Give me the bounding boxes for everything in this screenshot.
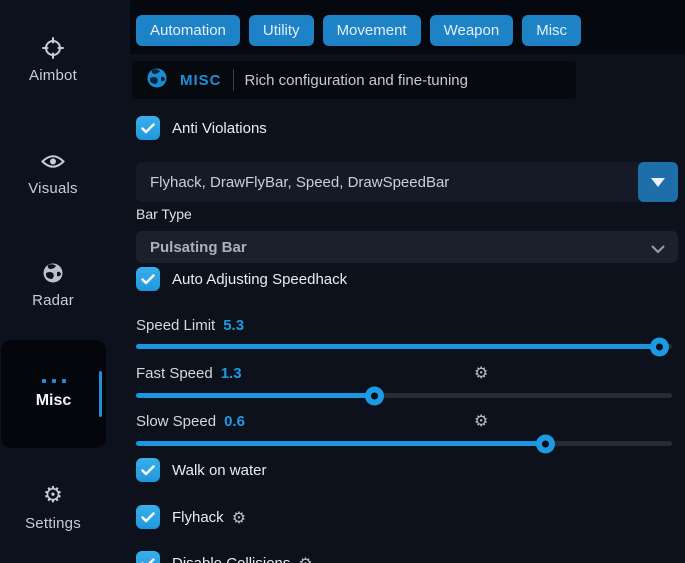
checkbox-auto-adjusting-speedhack[interactable]: Auto Adjusting Speedhack <box>136 267 347 291</box>
divider <box>233 69 234 91</box>
sidebar-item-misc-active[interactable]: Misc <box>1 340 106 448</box>
gear-icon[interactable]: ⚙ <box>474 411 488 430</box>
checkbox-label: Disable Collisions <box>172 555 290 563</box>
slider-name: Speed Limit <box>136 317 215 334</box>
slider-thumb[interactable] <box>536 434 555 453</box>
sidebar-item-label: Misc <box>36 392 72 410</box>
slider-value: 5.3 <box>223 317 244 334</box>
tab-weapon[interactable]: Weapon <box>430 15 514 46</box>
checkbox-checked-icon[interactable] <box>136 267 160 291</box>
checkbox-flyhack[interactable]: Flyhack ⚙ <box>136 505 246 529</box>
globe-icon <box>41 261 65 285</box>
bar-type-label: Bar Type <box>136 206 192 222</box>
slider-value: 1.3 <box>221 365 242 382</box>
slider-label-slow-speed: Slow Speed 0.6 ⚙ <box>136 411 678 431</box>
gear-icon[interactable]: ⚙ <box>298 554 312 563</box>
slider-name: Fast Speed <box>136 365 213 382</box>
sidebar-item-visuals[interactable]: Visuals <box>0 149 106 197</box>
checkbox-checked-icon[interactable] <box>136 505 160 529</box>
slider-fill <box>136 344 660 349</box>
tab-automation[interactable]: Automation <box>136 15 240 46</box>
checkbox-walk-on-water[interactable]: Walk on water <box>136 458 266 482</box>
slider-fill <box>136 441 546 446</box>
bar-multiselect[interactable]: Flyhack, DrawFlyBar, Speed, DrawSpeedBar <box>136 162 678 202</box>
slider-slow-speed[interactable] <box>136 441 672 446</box>
app-window: Aimbot Visuals Radar <box>0 0 685 563</box>
ellipsis-icon <box>42 379 66 383</box>
tab-utility[interactable]: Utility <box>249 15 314 46</box>
slider-thumb[interactable] <box>365 386 384 405</box>
sidebar-item-label: Aimbot <box>29 67 77 84</box>
gear-icon[interactable]: ⚙ <box>474 363 488 382</box>
multiselect-value: Flyhack, DrawFlyBar, Speed, DrawSpeedBar <box>136 174 449 191</box>
checkbox-label: Flyhack <box>172 509 224 526</box>
gear-icon[interactable]: ⚙ <box>232 508 246 527</box>
triangle-down-icon <box>651 178 665 187</box>
checkbox-label: Auto Adjusting Speedhack <box>172 271 347 288</box>
globe-icon <box>145 66 169 95</box>
slider-label-speed-limit: Speed Limit 5.3 <box>136 315 678 335</box>
sidebar-item-aimbot[interactable]: Aimbot <box>0 36 106 84</box>
checkbox-label: Anti Violations <box>172 120 267 137</box>
slider-value: 0.6 <box>224 413 245 430</box>
chevron-down-icon <box>651 241 665 259</box>
sidebar: Aimbot Visuals Radar <box>0 0 130 563</box>
section-description: Rich configuration and fine-tuning <box>245 72 468 89</box>
tab-bar: Automation Utility Movement Weapon Misc <box>136 15 581 46</box>
section-title: MISC <box>180 72 222 89</box>
tab-misc[interactable]: Misc <box>522 15 581 46</box>
sidebar-item-radar[interactable]: Radar <box>0 261 106 309</box>
select-value: Pulsating Bar <box>136 239 247 256</box>
slider-thumb[interactable] <box>650 337 669 356</box>
slider-name: Slow Speed <box>136 413 216 430</box>
slider-speed-limit[interactable] <box>136 344 672 349</box>
sidebar-item-settings[interactable]: ⚙ Settings <box>0 484 106 532</box>
checkbox-anti-violations[interactable]: Anti Violations <box>136 116 267 140</box>
multiselect-dropdown-button[interactable] <box>638 162 678 202</box>
slider-label-fast-speed: Fast Speed 1.3 ⚙ <box>136 363 678 383</box>
section-header: MISC Rich configuration and fine-tuning <box>132 61 576 99</box>
bar-type-select[interactable]: Pulsating Bar <box>136 231 678 263</box>
gear-icon: ⚙ <box>41 484 65 508</box>
sidebar-item-label: Radar <box>32 292 74 309</box>
sidebar-item-label: Visuals <box>28 180 77 197</box>
crosshair-icon <box>41 36 65 60</box>
checkbox-checked-icon[interactable] <box>136 116 160 140</box>
checkbox-checked-icon[interactable] <box>136 458 160 482</box>
slider-fill <box>136 393 375 398</box>
checkbox-label: Walk on water <box>172 462 266 479</box>
checkbox-disable-collisions[interactable]: Disable Collisions ⚙ <box>136 551 313 563</box>
slider-fast-speed[interactable] <box>136 393 672 398</box>
tab-movement[interactable]: Movement <box>323 15 421 46</box>
active-indicator-bar <box>99 371 102 417</box>
main-panel: Automation Utility Movement Weapon Misc … <box>130 0 685 563</box>
eye-icon <box>41 149 65 173</box>
sidebar-item-label: Settings <box>25 515 81 532</box>
checkbox-checked-icon[interactable] <box>136 551 160 563</box>
